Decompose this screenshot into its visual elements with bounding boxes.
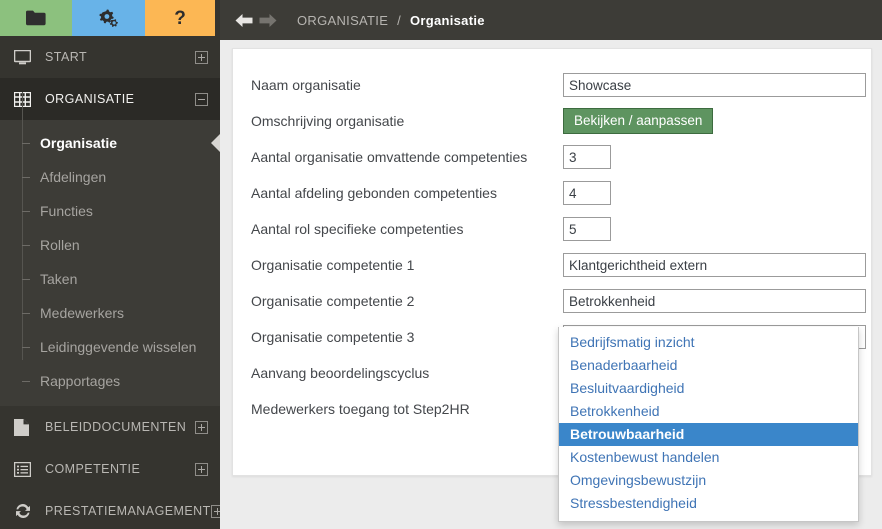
top-bar: ORGANISATIE / Organisatie [220,0,882,40]
form-row-organisatie-competentie-2: Organisatie competentie 2 [251,285,866,317]
breadcrumb-current: Organisatie [409,12,485,28]
tile-settings[interactable] [72,0,145,36]
sidebar-item-taken[interactable]: Taken [0,262,220,296]
sidebar-item-functies[interactable]: Functies [0,194,220,228]
list-icon [14,461,40,477]
sidebar-item-label: Organisatie [40,135,118,151]
bullet-dash [22,245,30,246]
sidebar-item-label: Functies [40,203,93,219]
form-row-organisatie-competentie-1: Organisatie competentie 1 [251,249,866,281]
form-row-aantal-afdeling-competenties: Aantal afdeling gebonden competenties [251,177,853,209]
breadcrumb: ORGANISATIE / Organisatie [297,13,485,28]
expand-toggle-prestatiemanagement[interactable] [210,504,220,518]
sidebar-item-label: Afdelingen [40,169,107,185]
grid-icon [14,91,40,107]
form-row-naam-organisatie: Naam organisatie [251,69,866,101]
gears-icon [98,9,118,28]
bullet-dash [22,381,30,382]
bullet-dash [22,313,30,314]
sidebar-item-rollen[interactable]: Rollen [0,228,220,262]
label-aantal-afdeling-competenties: Aantal afdeling gebonden competenties [251,185,497,201]
sidebar-item-label: Leidinggevende wisselen [40,339,197,355]
sidebar-section-label: ORGANISATIE [45,92,135,106]
folder-icon [26,10,46,26]
arrow-left-icon[interactable] [233,9,255,31]
bullet-dash [22,177,30,178]
sidebar: ? START ORGANISATIE Organisatie Afdeling… [0,0,220,529]
collapse-toggle-organisatie[interactable] [195,92,208,106]
label-omschrijving-organisatie: Omschrijving organisatie [251,113,405,129]
label-aantal-rol-competenties: Aantal rol specifieke competenties [251,221,464,237]
input-organisatie-competentie-2[interactable] [563,289,866,313]
expand-toggle-beleiddocumenten[interactable] [195,420,208,434]
arrow-right-icon[interactable] [257,9,279,31]
dropdown-option[interactable]: Kostenbewust handelen [559,446,858,469]
bullet-dash [22,279,30,280]
sidebar-section-label: PRESTATIEMANAGEMENT [45,504,211,518]
form-row-aantal-organisatie-competenties: Aantal organisatie omvattende competenti… [251,141,853,173]
sidebar-section-beleiddocumenten[interactable]: BELEIDDOCUMENTEN [0,406,220,448]
sidebar-item-label: Medewerkers [40,305,125,321]
label-organisatie-competentie-3: Organisatie competentie 3 [251,329,415,345]
form-row-omschrijving-organisatie: Omschrijving organisatie Bekijken / aanp… [251,105,853,137]
question-mark-icon: ? [174,7,186,29]
label-naam-organisatie: Naam organisatie [251,77,361,93]
sidebar-item-label: Rapportages [40,373,121,389]
label-aantal-organisatie-competenties: Aantal organisatie omvattende competenti… [251,149,528,165]
breadcrumb-root[interactable]: ORGANISATIE [297,13,388,28]
label-organisatie-competentie-1: Organisatie competentie 1 [251,257,415,273]
sidebar-item-label: Rollen [40,237,80,253]
sidebar-item-afdelingen[interactable]: Afdelingen [0,160,220,194]
breadcrumb-separator: / [397,12,402,28]
input-aantal-organisatie-competenties[interactable] [563,145,611,169]
dropdown-option[interactable]: Besluitvaardigheid [559,377,858,400]
label-aanvang-beoordelingscyclus: Aanvang beoordelingscyclus [251,365,430,381]
bullet-dash [22,211,30,212]
bullet-dash [22,143,30,144]
form-row-aantal-rol-competenties: Aantal rol specifieke competenties [251,213,853,245]
sidebar-item-medewerkers[interactable]: Medewerkers [0,296,220,330]
expand-toggle-competentie[interactable] [195,462,208,476]
sidebar-section-prestatiemanagement[interactable]: PRESTATIEMANAGEMENT [0,490,220,529]
label-medewerkers-toegang: Medewerkers toegang tot Step2HR [251,401,470,417]
dropdown-option-selected[interactable]: Betrouwbaarheid [559,423,858,446]
dropdown-option[interactable]: Bedrijfsmatig inzicht [559,331,858,354]
sidebar-section-label: START [45,50,88,64]
input-aantal-rol-competenties[interactable] [563,217,611,241]
dropdown-option[interactable]: Benaderbaarheid [559,354,858,377]
sidebar-section-start[interactable]: START [0,36,220,78]
input-naam-organisatie[interactable] [563,73,866,97]
sidebar-item-label: Taken [40,271,78,287]
dropdown-option[interactable]: Stressbestendigheid [559,492,858,515]
document-icon [14,418,40,436]
input-aantal-afdeling-competenties[interactable] [563,181,611,205]
bekijken-aanpassen-button[interactable]: Bekijken / aanpassen [563,107,714,135]
sidebar-section-label: COMPETENTIE [45,462,141,476]
tile-help[interactable]: ? [145,0,215,36]
sync-icon [14,503,40,519]
sidebar-submenu: Organisatie Afdelingen Functies Rollen T… [0,120,220,406]
sidebar-section-competentie[interactable]: COMPETENTIE [0,448,220,490]
tile-folder[interactable] [0,0,72,36]
active-caret-icon [211,134,220,152]
sidebar-item-rapportages[interactable]: Rapportages [0,364,220,398]
app-root: ? START ORGANISATIE Organisatie Afdeling… [0,0,882,529]
sidebar-item-organisatie[interactable]: Organisatie [0,126,220,160]
dropdown-option[interactable]: Betrokkenheid [559,400,858,423]
sidebar-item-leidinggevende-wisselen[interactable]: Leidinggevende wisselen [0,330,220,364]
quick-access-tiles: ? [0,0,220,36]
input-organisatie-competentie-1[interactable] [563,253,866,277]
sidebar-section-label: BELEIDDOCUMENTEN [45,420,187,434]
monitor-icon [14,49,40,65]
expand-toggle-start[interactable] [195,50,208,64]
bullet-dash [22,347,30,348]
label-organisatie-competentie-2: Organisatie competentie 2 [251,293,415,309]
sidebar-section-organisatie[interactable]: ORGANISATIE [0,78,220,120]
competentie-autocomplete-dropdown[interactable]: Bedrijfsmatig inzicht Benaderbaarheid Be… [558,327,859,522]
dropdown-option[interactable]: Omgevingsbewustzijn [559,469,858,492]
